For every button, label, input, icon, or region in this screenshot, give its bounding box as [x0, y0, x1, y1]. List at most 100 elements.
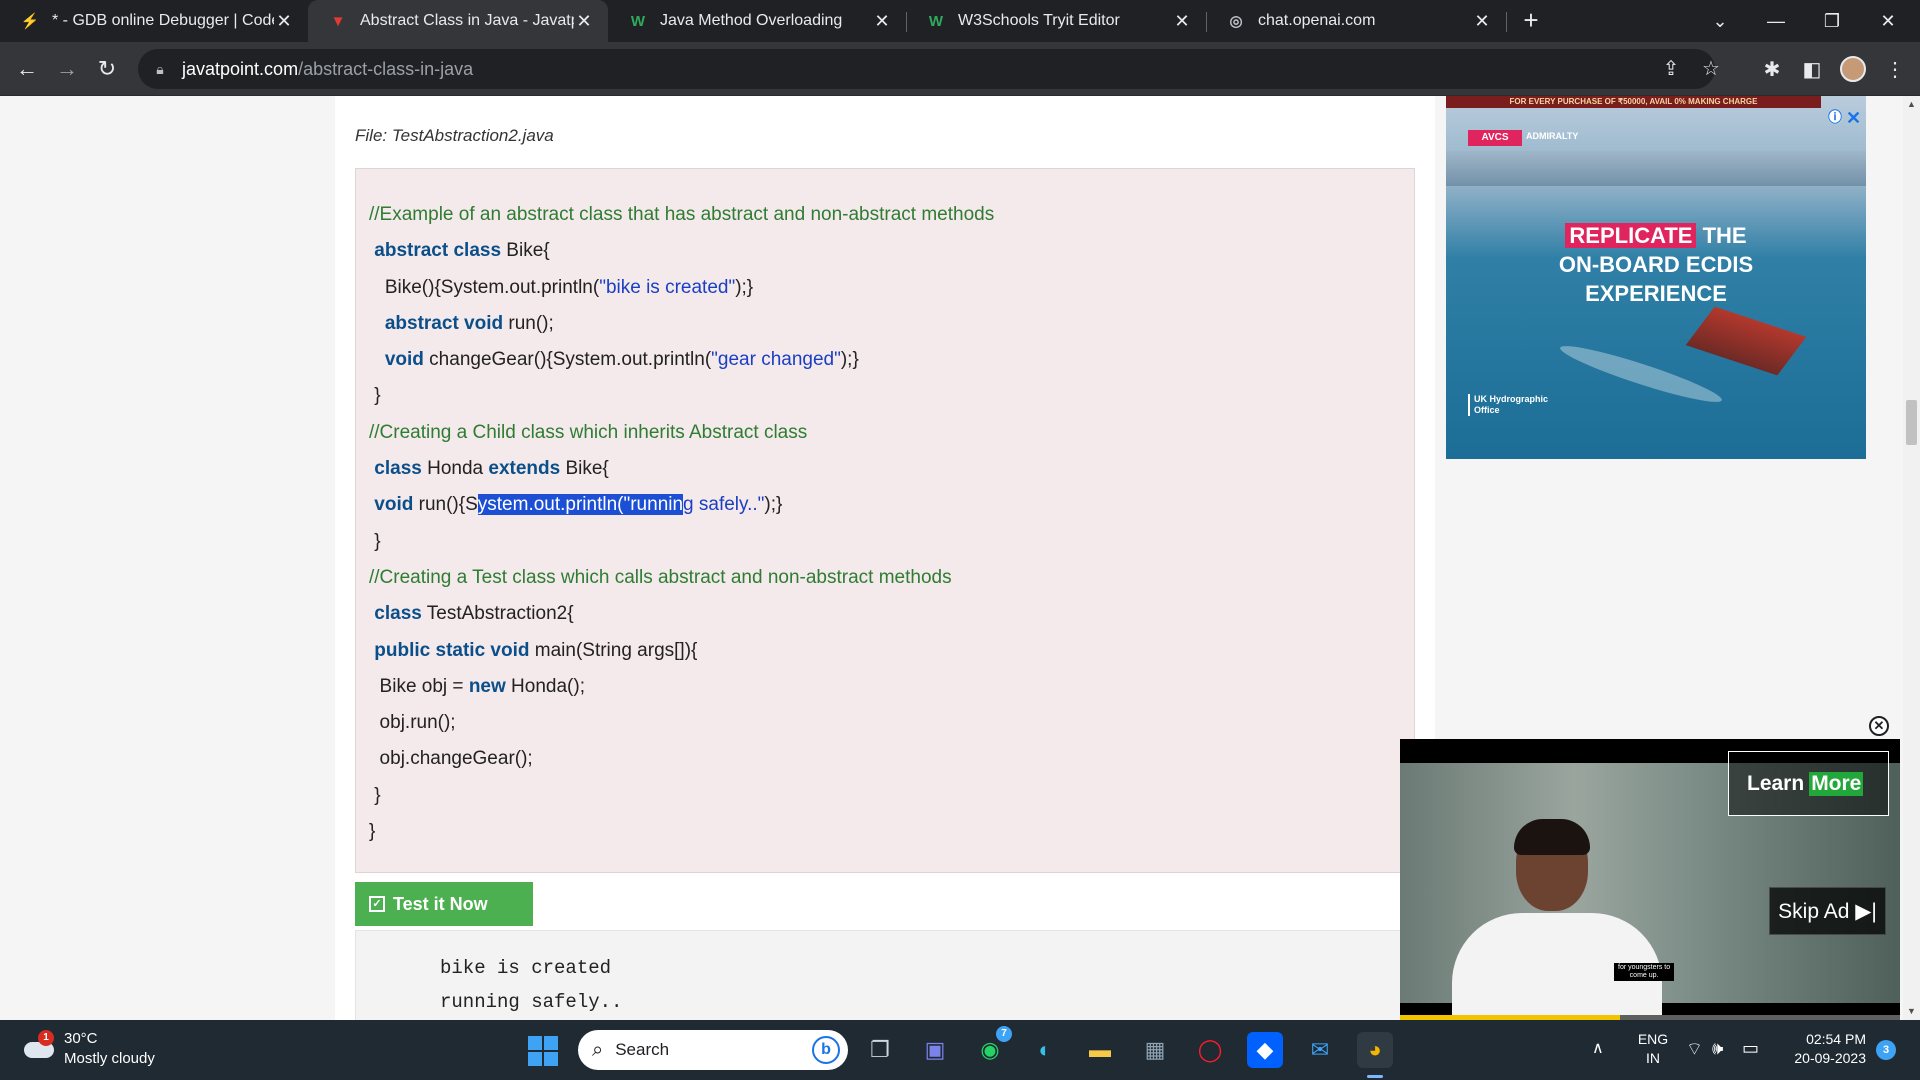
- learn-more-button[interactable]: Learn More: [1728, 751, 1889, 816]
- tab-separator: [1506, 12, 1507, 32]
- code-token: Honda();: [505, 675, 585, 697]
- code-token: Bike{: [501, 240, 550, 262]
- video-ad-close-icon[interactable]: ✕: [1869, 716, 1889, 736]
- ad-close-icon[interactable]: ✕: [1846, 108, 1861, 129]
- close-icon[interactable]: ✕: [574, 11, 594, 32]
- address-bar[interactable]: 🔒︎ javatpoint.com/abstract-class-in-java…: [138, 49, 1720, 89]
- code-token: run(){S: [413, 494, 478, 516]
- output-line: running safely..: [440, 991, 623, 1013]
- restore-icon[interactable]: ❐: [1804, 0, 1860, 42]
- ad-headline-text: ON-BOARD ECDIS: [1558, 252, 1754, 277]
- region-code: IN: [1646, 1050, 1660, 1066]
- back-arrow-icon[interactable]: ←: [12, 54, 42, 84]
- file-explorer-icon[interactable]: ▬: [1082, 1032, 1118, 1068]
- teams-chat-icon[interactable]: ▣: [917, 1032, 953, 1068]
- code-token: Bike(){System.out.println(: [369, 276, 600, 298]
- taskbar-search-box[interactable]: ⌕ Search b: [578, 1030, 848, 1070]
- scroll-thumb[interactable]: [1906, 400, 1917, 445]
- caption-line: come up.: [1629, 972, 1659, 979]
- javatpoint-icon: ▼: [330, 12, 346, 30]
- ad-top-strip: FOR EVERY PURCHASE OF ₹50000, AVAIL 0% M…: [1446, 96, 1821, 108]
- code-line: obj.changeGear();: [369, 741, 1414, 777]
- close-icon[interactable]: ✕: [1172, 11, 1192, 32]
- tab-title: * - GDB online Debugger | Code, Compile,…: [52, 12, 274, 29]
- minimize-icon[interactable]: —: [1748, 0, 1804, 42]
- close-icon[interactable]: ✕: [274, 11, 294, 32]
- code-token: main(String args[]){: [529, 639, 698, 661]
- test-button-label: Test it Now: [393, 893, 488, 914]
- browser-toolbar: ← → ↻ 🔒︎ javatpoint.com/abstract-class-i…: [0, 42, 1920, 96]
- adchoices-icon[interactable]: ⓘ: [1828, 110, 1842, 124]
- wifi-icon[interactable]: ⌔: [1686, 1038, 1703, 1061]
- new-tab-button[interactable]: +: [1518, 7, 1544, 34]
- language-indicator[interactable]: ENG IN: [1635, 1030, 1671, 1068]
- share-icon[interactable]: ⇪: [1658, 56, 1684, 82]
- forward-arrow-icon[interactable]: →: [52, 54, 82, 84]
- video-ad[interactable]: Learn More Skip Ad ▶| for youngsters to c…: [1400, 739, 1900, 1020]
- code-token: changeGear(){System.out.println(: [423, 349, 712, 371]
- weather-description[interactable]: Mostly cloudy: [64, 1050, 155, 1067]
- code-block[interactable]: //Example of an abstract class that has …: [355, 168, 1415, 873]
- tab-title: Java Method Overloading: [660, 12, 843, 29]
- skip-ad-button[interactable]: Skip Ad ▶|: [1769, 887, 1886, 935]
- battery-icon[interactable]: ▭: [1742, 1038, 1759, 1059]
- code-line: class Honda extends Bike{: [369, 451, 1414, 487]
- mail-icon[interactable]: ✉: [1302, 1032, 1338, 1068]
- tab-javatpoint[interactable]: ▼ Abstract Class in Java - Javatpoint ✕: [308, 0, 608, 42]
- tab-java-method-overloading[interactable]: W Java Method Overloading ✕: [608, 0, 906, 42]
- code-token: }: [369, 385, 381, 407]
- code-token: TestAbstraction2{: [421, 603, 574, 625]
- edit-icon: ✓: [369, 896, 385, 912]
- dropbox-icon[interactable]: ◆: [1247, 1032, 1283, 1068]
- code-line: //Creating a Child class which inherits …: [369, 415, 1414, 451]
- code-token: "gear changed": [711, 349, 841, 371]
- openai-icon: ◎: [1229, 13, 1243, 30]
- clock-time: 02:54 PM: [1806, 1031, 1866, 1047]
- volume-icon[interactable]: 🕪︎: [1712, 1038, 1723, 1059]
- banner-ad[interactable]: FOR EVERY PURCHASE OF ₹50000, AVAIL 0% M…: [1446, 96, 1866, 459]
- weather-cloud-icon[interactable]: 1: [22, 1030, 54, 1058]
- code-token: obj.run();: [369, 712, 456, 734]
- opera-icon[interactable]: ◯: [1192, 1032, 1228, 1068]
- extensions-puzzle-icon[interactable]: ✱: [1757, 54, 1787, 84]
- tray-chevron-up-icon[interactable]: ∧: [1592, 1038, 1604, 1058]
- side-panel-icon[interactable]: ◧: [1797, 54, 1827, 84]
- tab-search-chevron-icon[interactable]: ⌄: [1692, 0, 1748, 42]
- bing-icon[interactable]: b: [812, 1036, 840, 1064]
- system-clock[interactable]: 02:54 PM 20-09-2023: [1782, 1030, 1866, 1068]
- window-close-icon[interactable]: ✕: [1860, 0, 1916, 42]
- lock-icon[interactable]: 🔒︎: [150, 61, 170, 78]
- task-view-icon[interactable]: ❐: [862, 1032, 898, 1068]
- search-placeholder: Search: [615, 1040, 670, 1059]
- calculator-icon[interactable]: ▦: [1137, 1032, 1173, 1068]
- whatsapp-icon[interactable]: ◉ 7: [972, 1026, 1012, 1068]
- tab-gdb[interactable]: ⚡ * - GDB online Debugger | Code, Compil…: [0, 0, 308, 42]
- url-host: javatpoint.com: [182, 58, 299, 79]
- code-line: //Creating a Test class which calls abst…: [369, 560, 1414, 596]
- tab-w3schools-tryit[interactable]: W W3Schools Tryit Editor ✕: [906, 0, 1206, 42]
- weather-temperature[interactable]: 30°C: [64, 1030, 98, 1047]
- windows-start-icon[interactable]: [528, 1036, 558, 1066]
- lightning-icon: ⚡: [20, 13, 40, 30]
- page-scrollbar[interactable]: ▲ ▼: [1903, 96, 1920, 1020]
- profile-avatar[interactable]: [1840, 56, 1866, 82]
- edge-icon[interactable]: ◐: [1027, 1032, 1063, 1068]
- search-icon: ⌕: [592, 1038, 604, 1061]
- bookmark-star-icon[interactable]: ☆: [1698, 56, 1724, 82]
- close-icon[interactable]: ✕: [872, 11, 892, 32]
- close-icon[interactable]: ✕: [1472, 11, 1492, 32]
- scroll-down-arrow-icon[interactable]: ▼: [1903, 1003, 1920, 1020]
- test-it-now-button[interactable]: ✓ Test it Now: [355, 882, 533, 926]
- chrome-icon[interactable]: ◕: [1357, 1032, 1393, 1078]
- caption-line: for youngsters to: [1618, 964, 1671, 971]
- reload-icon[interactable]: ↻: [92, 54, 122, 84]
- notification-badge[interactable]: 3: [1876, 1040, 1896, 1060]
- scroll-up-arrow-icon[interactable]: ▲: [1903, 96, 1920, 113]
- code-line: obj.run();: [369, 705, 1414, 741]
- ad-headline: REPLICATE THE ON-BOARD ECDIS EXPERIENCE: [1446, 221, 1866, 308]
- code-token: Bike obj =: [369, 675, 469, 697]
- output-block: bike is created running safely..: [355, 930, 1415, 1020]
- tab-chatgpt[interactable]: ◎ chat.openai.com ✕: [1206, 0, 1506, 42]
- more-menu-icon[interactable]: ⋮: [1880, 54, 1910, 84]
